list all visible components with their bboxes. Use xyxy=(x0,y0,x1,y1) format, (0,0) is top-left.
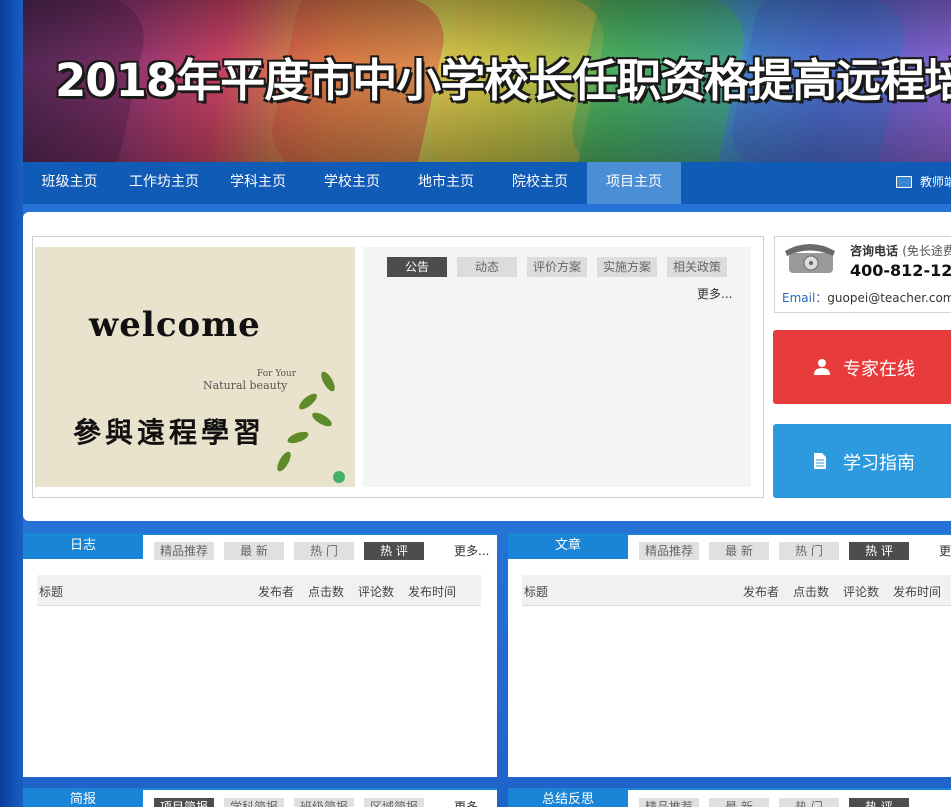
welcome-chinese-text: 參與遠程學習 xyxy=(73,416,266,449)
monitor-icon xyxy=(896,175,912,188)
main-nav: 班级主页 工作坊主页 学科主页 学校主页 地市主页 院校主页 项目主页 教师端 xyxy=(23,162,951,204)
log-tab-hot-comments[interactable]: 热 评 xyxy=(364,542,424,560)
col-publisher: 发布者 xyxy=(743,585,780,599)
summary-panel: 总结反思 精品推荐 最 新 热 门 热 评 xyxy=(508,788,951,807)
summary-tab-latest[interactable]: 最 新 xyxy=(709,798,769,807)
brief-panel-title: 简报 xyxy=(23,788,143,807)
log-table-header: 标题 发布者 点击数 评论数 发布时间 xyxy=(37,575,481,606)
summary-tab-hot-comments[interactable]: 热 评 xyxy=(849,798,909,807)
site-banner: 2018年平度市中小学校长任职资格提高远程培训 xyxy=(23,0,951,162)
article-tab-latest[interactable]: 最 新 xyxy=(709,542,769,560)
left-background-band xyxy=(0,0,23,807)
tab-implementation-plan[interactable]: 实施方案 xyxy=(597,257,657,277)
teacher-label: 教师端 xyxy=(920,175,951,189)
user-icon xyxy=(814,359,830,375)
article-tab-hot-comments[interactable]: 热 评 xyxy=(849,542,909,560)
contact-box: 咨询电话 (免长途费) 400-812-1228 Email：guopei@te… xyxy=(774,236,951,313)
nav-item-class-home[interactable]: 班级主页 xyxy=(23,162,116,204)
nav-item-subject-home[interactable]: 学科主页 xyxy=(212,162,304,204)
article-panel-title: 文章 xyxy=(508,533,628,559)
leaf-icon xyxy=(318,369,338,394)
contact-label: 咨询电话 xyxy=(850,244,899,258)
teacher-link[interactable]: 教师端 xyxy=(896,162,951,204)
leaf-icon xyxy=(274,449,294,474)
brief-tab-class[interactable]: 班级简报 xyxy=(294,798,354,807)
log-tab-latest[interactable]: 最 新 xyxy=(224,542,284,560)
study-guide-label: 学习指南 xyxy=(843,453,915,474)
email-label: Email： xyxy=(782,291,828,305)
log-panel-title: 日志 xyxy=(23,533,143,559)
article-table-header: 标题 发布者 点击数 评论数 发布时间 xyxy=(522,575,951,606)
banner-title: 2018年平度市中小学校长任职资格提高远程培训 xyxy=(55,54,951,107)
log-more-link[interactable]: 更多... xyxy=(454,542,489,559)
article-tab-popular[interactable]: 热 门 xyxy=(779,542,839,560)
brief-tab-region[interactable]: 区域简报 xyxy=(364,798,424,807)
summary-tab-popular[interactable]: 热 门 xyxy=(779,798,839,807)
col-publish-time: 发布时间 xyxy=(893,585,942,599)
leaf-icon xyxy=(286,429,310,446)
tab-policies[interactable]: 相关政策 xyxy=(667,257,727,277)
col-clicks: 点击数 xyxy=(793,585,830,599)
col-comments: 评论数 xyxy=(358,585,395,599)
study-guide-button[interactable]: 学习指南 xyxy=(773,424,951,498)
contact-sub: (免长途费) xyxy=(902,244,951,258)
col-clicks: 点击数 xyxy=(308,585,345,599)
col-publish-time: 发布时间 xyxy=(408,585,457,599)
col-title: 标题 xyxy=(39,585,64,599)
col-comments: 评论数 xyxy=(843,585,880,599)
expert-online-button[interactable]: 专家在线 xyxy=(773,330,951,404)
top-content-panel: welcome For Your Natural beauty 參與遠程學習 公… xyxy=(23,212,951,521)
brief-tab-subject[interactable]: 学科简报 xyxy=(224,798,284,807)
contact-phone: 400-812-1228 xyxy=(850,261,951,280)
notice-more-link[interactable]: 更多... xyxy=(697,285,732,302)
welcome-natural-beauty: Natural beauty xyxy=(203,379,288,392)
article-tab-featured[interactable]: 精品推荐 xyxy=(639,542,699,560)
email-address[interactable]: guopei@teacher.com.cn xyxy=(827,291,951,305)
nav-item-project-home[interactable]: 项目主页 xyxy=(587,162,681,204)
tab-announcement[interactable]: 公告 xyxy=(387,257,447,277)
notice-box: 公告 动态 评价方案 实施方案 相关政策 更多... xyxy=(363,247,751,487)
nav-item-workshop-home[interactable]: 工作坊主页 xyxy=(118,162,210,204)
welcome-slide[interactable]: welcome For Your Natural beauty 參與遠程學習 xyxy=(35,247,355,487)
showcase-frame: welcome For Your Natural beauty 參與遠程學習 公… xyxy=(32,236,764,498)
leaf-icon xyxy=(296,390,320,413)
col-title: 标题 xyxy=(524,585,549,599)
tab-news[interactable]: 动态 xyxy=(457,257,517,277)
nav-item-city-home[interactable]: 地市主页 xyxy=(400,162,492,204)
tab-evaluation-plan[interactable]: 评价方案 xyxy=(527,257,587,277)
expert-online-label: 专家在线 xyxy=(843,359,915,380)
article-panel: 文章 精品推荐 最 新 热 门 热 评 更多... 标题 发布者 点击数 评论数… xyxy=(508,533,951,777)
leaf-icon xyxy=(310,410,334,429)
telephone-icon xyxy=(785,244,835,273)
log-tab-popular[interactable]: 热 门 xyxy=(294,542,354,560)
brief-tab-project[interactable]: 项目简报 xyxy=(154,798,214,807)
slide-indicator-dot[interactable] xyxy=(333,471,345,483)
brief-more-link[interactable]: 更多... xyxy=(454,798,489,807)
document-icon xyxy=(814,453,826,469)
log-panel: 日志 精品推荐 最 新 热 门 热 评 更多... 标题 发布者 点击数 评论数… xyxy=(23,533,497,777)
welcome-heading: welcome xyxy=(89,305,261,345)
summary-tab-featured[interactable]: 精品推荐 xyxy=(639,798,699,807)
nav-item-school-home[interactable]: 学校主页 xyxy=(306,162,398,204)
summary-panel-title: 总结反思 xyxy=(508,788,628,807)
col-publisher: 发布者 xyxy=(258,585,295,599)
nav-item-institute-home[interactable]: 院校主页 xyxy=(494,162,586,204)
welcome-for-your: For Your xyxy=(257,369,297,379)
brief-panel: 简报 项目简报 学科简报 班级简报 区域简报 更多... xyxy=(23,788,497,807)
log-tab-featured[interactable]: 精品推荐 xyxy=(154,542,214,560)
article-more-link[interactable]: 更多... xyxy=(939,542,951,559)
